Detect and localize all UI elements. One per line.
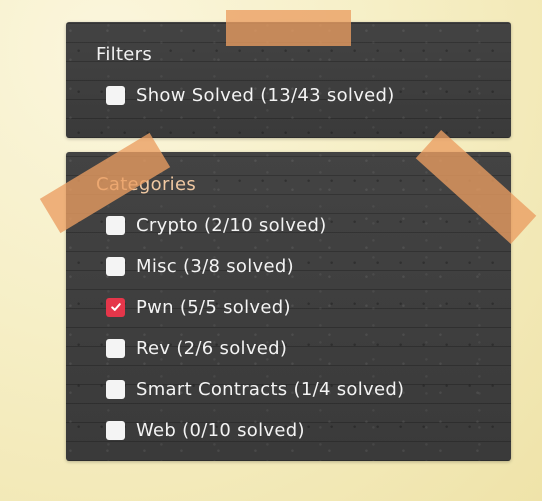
categories-panel: Categories Crypto (2/10 solved) Misc (3/… bbox=[66, 152, 511, 461]
category-row-misc[interactable]: Misc (3/8 solved) bbox=[106, 254, 294, 278]
show-solved-checkbox-row[interactable]: Show Solved (13/43 solved) bbox=[106, 83, 395, 107]
category-row-pwn[interactable]: Pwn (5/5 solved) bbox=[106, 295, 291, 319]
show-solved-label[interactable]: Show Solved (13/43 solved) bbox=[136, 85, 395, 106]
category-row-web[interactable]: Web (0/10 solved) bbox=[106, 418, 305, 442]
category-checkbox-web[interactable] bbox=[106, 420, 125, 440]
show-solved-checkbox[interactable] bbox=[106, 85, 125, 105]
category-checkbox-rev[interactable] bbox=[106, 338, 125, 358]
category-label-pwn[interactable]: Pwn (5/5 solved) bbox=[136, 297, 291, 318]
category-row-crypto[interactable]: Crypto (2/10 solved) bbox=[106, 213, 327, 237]
category-label-misc[interactable]: Misc (3/8 solved) bbox=[136, 256, 294, 277]
category-checkbox-pwn[interactable] bbox=[106, 297, 125, 317]
filters-title: Filters bbox=[96, 44, 153, 65]
category-label-smart-contracts[interactable]: Smart Contracts (1/4 solved) bbox=[136, 379, 404, 400]
category-label-crypto[interactable]: Crypto (2/10 solved) bbox=[136, 215, 327, 236]
category-row-rev[interactable]: Rev (2/6 solved) bbox=[106, 336, 287, 360]
category-label-rev[interactable]: Rev (2/6 solved) bbox=[136, 338, 287, 359]
category-row-smart-contracts[interactable]: Smart Contracts (1/4 solved) bbox=[106, 377, 404, 401]
tape-strip-top bbox=[226, 10, 351, 46]
category-checkbox-smart-contracts[interactable] bbox=[106, 379, 125, 399]
category-label-web[interactable]: Web (0/10 solved) bbox=[136, 420, 305, 441]
category-checkbox-misc[interactable] bbox=[106, 256, 125, 276]
checkmark-icon bbox=[110, 303, 121, 311]
category-checkbox-crypto[interactable] bbox=[106, 215, 125, 235]
